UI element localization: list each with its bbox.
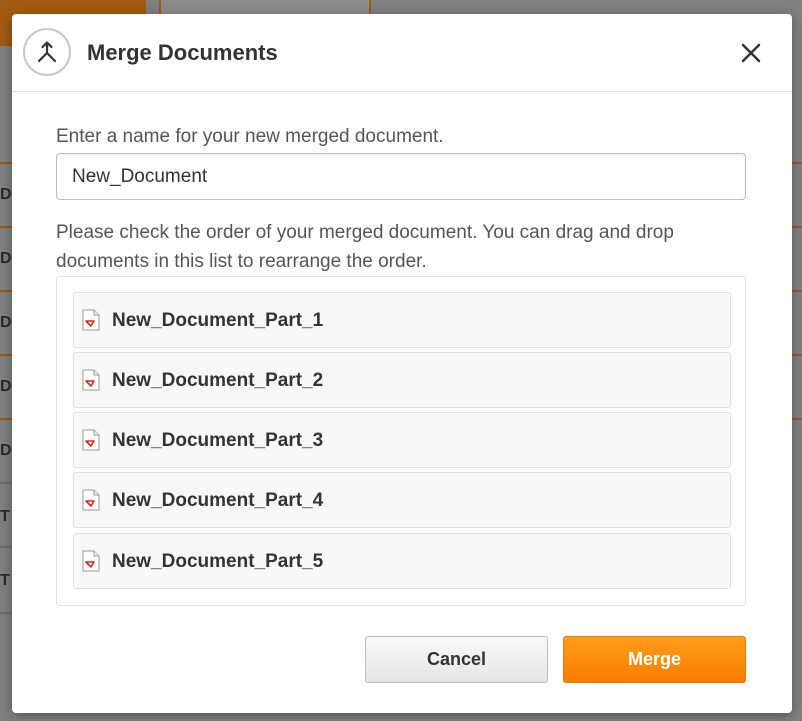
order-instructions: Please check the order of your merged do… [56,222,674,272]
document-name: New_Document_Part_4 [112,490,324,511]
pdf-file-icon [82,489,100,511]
background-row-text: D [0,186,12,203]
merge-documents-dialog: Merge Documents Enter a name for your ne… [12,14,792,713]
background-row-text: T [0,508,10,525]
document-list-item[interactable]: New_Document_Part_1 [73,292,731,348]
document-name: New_Document_Part_2 [112,370,324,391]
document-list-item[interactable]: New_Document_Part_4 [73,472,731,528]
document-name: New_Document_Part_1 [112,310,324,331]
merge-button[interactable]: Merge [563,636,746,683]
close-icon [741,43,761,63]
document-order-list: New_Document_Part_1 New_Document_Part_2 … [56,276,746,606]
background-row-divider [0,226,12,228]
background-row-divider [0,546,12,548]
document-list-item[interactable]: New_Document_Part_3 [73,412,731,468]
pdf-file-icon [82,309,100,331]
cancel-button[interactable]: Cancel [365,636,548,683]
background-row-divider [0,290,12,292]
background-row-text: T [0,572,10,589]
document-name: New_Document_Part_5 [112,551,324,572]
background-row-divider [0,354,12,356]
pdf-file-icon [82,429,100,451]
document-name-input[interactable] [56,153,746,200]
document-name: New_Document_Part_3 [112,430,324,451]
dialog-title: Merge Documents [87,40,278,65]
document-list-item[interactable]: New_Document_Part_2 [73,352,731,408]
close-button[interactable] [736,38,766,68]
pdf-file-icon [82,550,100,572]
document-list-item[interactable]: New_Document_Part_5 [73,533,731,589]
merge-icon [23,28,71,76]
background-row-text: D [0,250,12,267]
dialog-header: Merge Documents [12,14,792,92]
background-row-text: D [0,314,12,331]
pdf-file-icon [82,369,100,391]
document-name-label: Enter a name for your new merged documen… [56,126,444,147]
background-row-divider [0,418,12,420]
background-row-divider [0,482,12,484]
background-row-text: D [0,378,12,395]
background-row-text: D [0,442,12,459]
background-row-divider [0,162,12,164]
background-row-divider [0,612,12,614]
